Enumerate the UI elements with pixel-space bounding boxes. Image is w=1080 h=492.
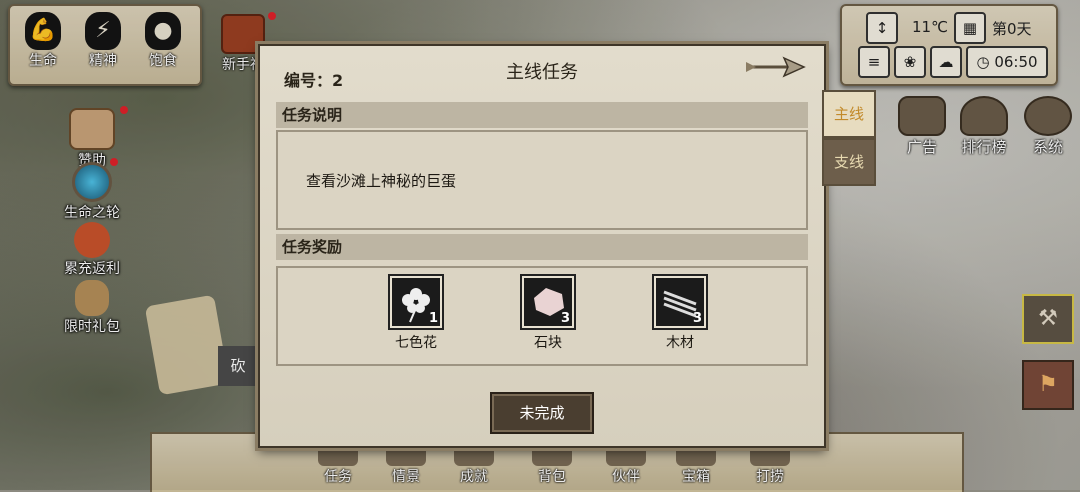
tab-side-quest[interactable]: 支线	[822, 138, 876, 186]
reward-count: 1	[428, 311, 438, 326]
wood-icon: 3	[652, 274, 708, 330]
tab-main-quest[interactable]: 主线	[822, 90, 876, 138]
dialog-title: 主线任务	[506, 62, 578, 83]
quest-dialog: 编号：2 主线任务 任务说明 查看沙滩上神秘的巨蛋 任务奖励 1 七色花 3 石…	[258, 44, 826, 448]
flower-icon: 1	[388, 274, 444, 330]
stone-icon: 3	[520, 274, 576, 330]
reward-count: 3	[560, 311, 570, 326]
task-reward-header: 任务奖励	[276, 234, 808, 260]
reward-item[interactable]: 1 七色花	[376, 274, 456, 352]
task-reward-box: 1 七色花 3 石块 3 木材	[276, 266, 808, 366]
incomplete-button[interactable]: 未完成	[490, 392, 594, 434]
task-description-header: 任务说明	[276, 102, 808, 128]
close-button[interactable]	[744, 54, 806, 80]
task-description-box: 查看沙滩上神秘的巨蛋	[276, 130, 808, 230]
reward-name: 木材	[666, 335, 694, 351]
reward-item[interactable]: 3 木材	[640, 274, 720, 352]
reward-name: 石块	[534, 335, 562, 351]
spear-close-icon	[746, 56, 806, 78]
reward-count: 3	[692, 311, 702, 326]
task-description-text: 查看沙滩上神秘的巨蛋	[306, 172, 457, 190]
reward-item[interactable]: 3 石块	[508, 274, 588, 352]
reward-name: 七色花	[395, 335, 437, 351]
